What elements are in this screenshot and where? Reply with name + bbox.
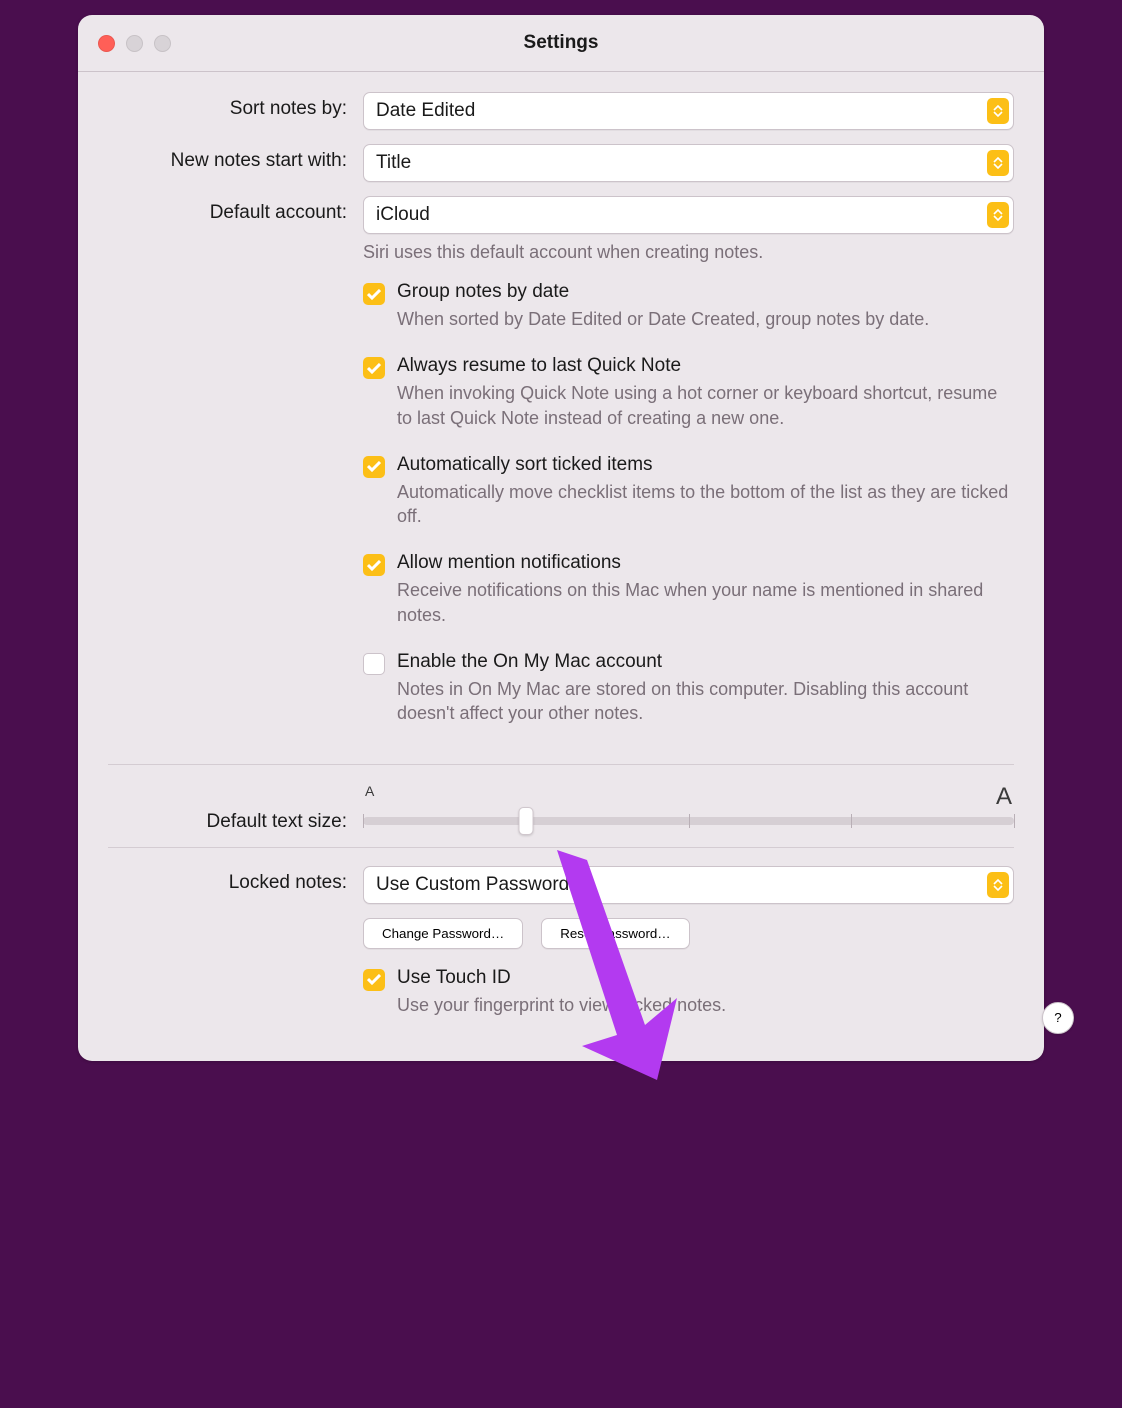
select-value: Use Custom Password (376, 874, 569, 896)
chevron-up-down-icon (987, 98, 1009, 124)
change-password-button[interactable]: Change Password… (363, 918, 523, 949)
checkbox-mention-notifications[interactable] (363, 554, 385, 576)
checkbox-label: Allow mention notifications (397, 552, 1014, 574)
divider (108, 847, 1014, 848)
chevron-up-down-icon (987, 872, 1009, 898)
select-locked-notes[interactable]: Use Custom Password (363, 866, 1014, 904)
slider-max-glyph: A (996, 783, 1012, 811)
checkbox-resume-quick-note[interactable] (363, 357, 385, 379)
option-touch-id: Use Touch ID Use your fingerprint to vie… (363, 967, 1014, 1017)
slider-thumb[interactable] (518, 807, 533, 835)
checkbox-label: Enable the On My Mac account (397, 651, 1014, 673)
slider-tick (1014, 814, 1015, 828)
row-locked-notes: Locked notes: Use Custom Password Change… (108, 866, 1014, 1017)
divider (108, 764, 1014, 765)
titlebar: Settings (78, 15, 1044, 72)
row-default-account: Default account: iCloud Siri uses this d… (108, 196, 1014, 263)
select-value: Title (376, 152, 411, 174)
checkbox-desc: Receive notifications on this Mac when y… (397, 578, 1014, 627)
label-locked-notes: Locked notes: (108, 866, 363, 894)
checkbox-desc: Use your fingerprint to view locked note… (397, 993, 726, 1017)
row-new-notes-start-with: New notes start with: Title (108, 144, 1014, 182)
select-new-notes-start-with[interactable]: Title (363, 144, 1014, 182)
slider-text-size[interactable]: A A (363, 783, 1014, 825)
row-text-size: Default text size: A A (108, 783, 1014, 833)
chevron-up-down-icon (987, 150, 1009, 176)
slider-tick (851, 814, 852, 828)
settings-window: Settings Sort notes by: Date Edited New … (78, 15, 1044, 1061)
slider-tick (689, 814, 690, 828)
label-text-size: Default text size: (108, 783, 363, 833)
help-button[interactable]: ? (1042, 1002, 1074, 1034)
slider-tick (363, 814, 364, 828)
option-on-my-mac: Enable the On My Mac account Notes in On… (363, 651, 1014, 726)
label-new-notes-start-with: New notes start with: (108, 144, 363, 172)
row-sort-notes-by: Sort notes by: Date Edited (108, 92, 1014, 130)
checkbox-label: Always resume to last Quick Note (397, 355, 1014, 377)
option-resume-quick-note: Always resume to last Quick Note When in… (363, 355, 1014, 430)
checkbox-label: Group notes by date (397, 281, 929, 303)
checkbox-group-notes-by-date[interactable] (363, 283, 385, 305)
checkbox-auto-sort-ticked[interactable] (363, 456, 385, 478)
checkbox-desc: Notes in On My Mac are stored on this co… (397, 677, 1014, 726)
checkbox-touch-id[interactable] (363, 969, 385, 991)
slider-track[interactable] (363, 817, 1014, 825)
label-sort-notes-by: Sort notes by: (108, 92, 363, 120)
select-value: iCloud (376, 204, 430, 226)
checkbox-desc: Automatically move checklist items to th… (397, 480, 1014, 529)
select-value: Date Edited (376, 100, 475, 122)
hint-default-account: Siri uses this default account when crea… (363, 242, 1014, 263)
select-sort-notes-by[interactable]: Date Edited (363, 92, 1014, 130)
label-default-account: Default account: (108, 196, 363, 224)
option-auto-sort-ticked: Automatically sort ticked items Automati… (363, 454, 1014, 529)
checkbox-on-my-mac[interactable] (363, 653, 385, 675)
slider-min-glyph: A (365, 783, 374, 811)
checkbox-label: Use Touch ID (397, 967, 726, 989)
window-title: Settings (78, 32, 1044, 54)
checkbox-label: Automatically sort ticked items (397, 454, 1014, 476)
option-mention-notifications: Allow mention notifications Receive noti… (363, 552, 1014, 627)
checkbox-desc: When sorted by Date Edited or Date Creat… (397, 307, 929, 331)
select-default-account[interactable]: iCloud (363, 196, 1014, 234)
option-group-notes-by-date: Group notes by date When sorted by Date … (363, 281, 1014, 331)
checkbox-desc: When invoking Quick Note using a hot cor… (397, 381, 1014, 430)
reset-password-button[interactable]: Reset Password… (541, 918, 689, 949)
content: Sort notes by: Date Edited New notes sta… (78, 72, 1044, 1061)
chevron-up-down-icon (987, 202, 1009, 228)
